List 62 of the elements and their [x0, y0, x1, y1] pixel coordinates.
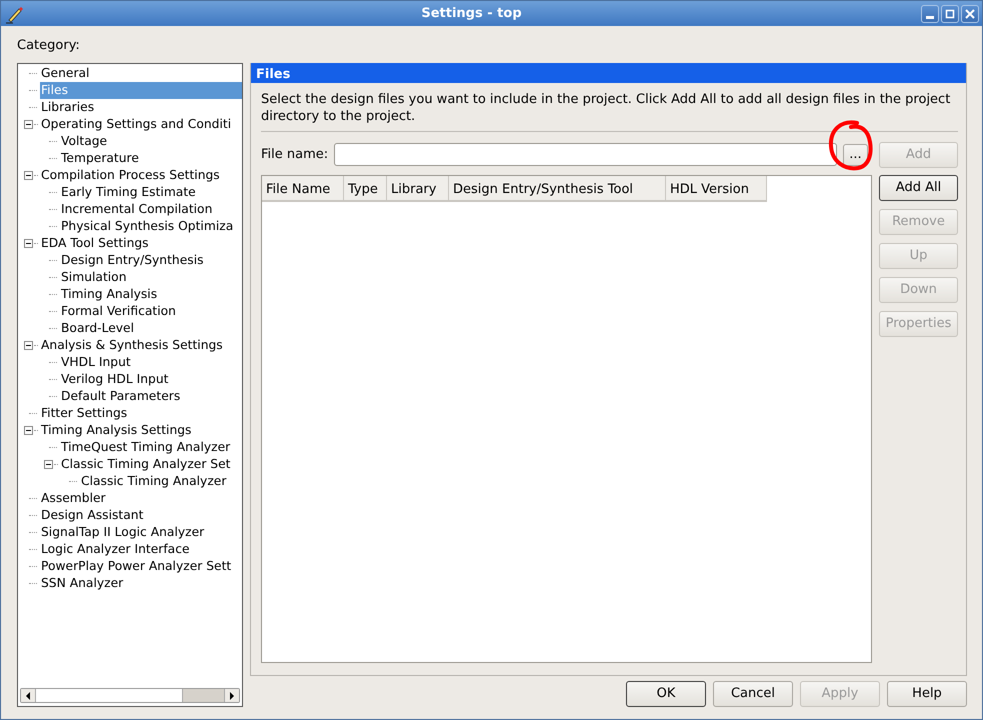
close-button[interactable] — [961, 4, 979, 22]
tree-item[interactable]: Analysis & Synthesis Settings — [40, 336, 224, 354]
tree-item[interactable]: Temperature — [60, 150, 140, 166]
collapse-icon[interactable] — [24, 170, 33, 180]
collapse-icon[interactable] — [24, 238, 33, 248]
tree-item[interactable]: Voltage — [60, 132, 108, 150]
scroll-thumb[interactable] — [182, 689, 224, 702]
tree-item[interactable]: EDA Tool Settings — [40, 234, 150, 252]
action-button[interactable]: Add All — [879, 174, 958, 200]
tree-item[interactable]: Formal Verification — [60, 302, 177, 320]
window-title: Settings - top — [420, 4, 523, 23]
tree-item[interactable]: Classic Timing Analyzer — [80, 472, 228, 490]
tree-item[interactable]: Fitter Settings — [40, 404, 128, 422]
maximize-icon — [944, 8, 956, 20]
collapse-icon[interactable] — [24, 340, 33, 350]
tree-item[interactable]: Verilog HDL Input — [60, 370, 170, 388]
tree-item[interactable]: Classic Timing Analyzer Set — [60, 456, 232, 472]
description-text: Select the design files you want to include in the project. Click Add All to add all design files in the project directory to the project. — [261, 90, 958, 132]
dialog-button[interactable]: Help — [887, 681, 967, 707]
tree-item[interactable]: General — [40, 64, 90, 82]
tree-item[interactable]: Default Parameters — [60, 388, 182, 404]
close-icon — [964, 8, 976, 20]
tree-item[interactable]: Compilation Process Settings — [40, 166, 221, 184]
column-header[interactable]: HDL Version — [666, 176, 767, 202]
minimize-icon — [926, 16, 934, 18]
left-arrow-icon[interactable] — [25, 692, 31, 700]
dialog-button[interactable]: OK — [626, 681, 706, 707]
column-header[interactable]: File Name — [262, 176, 344, 202]
file-name-label: File name: — [261, 146, 328, 164]
horizontal-scrollbar[interactable] — [20, 688, 240, 703]
minimize-button[interactable] — [921, 4, 939, 22]
tree-item[interactable]: Operating Settings and Conditi — [40, 116, 232, 132]
tree-item[interactable]: SSN Analyzer — [40, 574, 124, 592]
tree-item[interactable]: Libraries — [40, 98, 96, 116]
collapse-icon[interactable] — [24, 426, 33, 434]
tree-item[interactable]: SignalTap II Logic Analyzer — [40, 524, 206, 540]
tree-item[interactable]: Simulation — [60, 268, 128, 286]
right-arrow-icon[interactable] — [229, 692, 235, 700]
category-label: Category: — [17, 37, 81, 55]
file-name-field[interactable] — [334, 143, 837, 166]
panel-header: Files — [251, 62, 966, 82]
tree-item[interactable]: Incremental Compilation — [60, 200, 214, 218]
collapse-icon[interactable] — [44, 460, 53, 468]
tree-item[interactable]: Early Timing Estimate — [60, 184, 197, 200]
dialog-button[interactable]: Cancel — [713, 681, 793, 707]
tree-item[interactable]: Timing Analysis — [60, 286, 158, 302]
tree-item[interactable]: PowerPlay Power Analyzer Sett — [40, 558, 232, 574]
tree-item[interactable]: Design Entry/Synthesis — [60, 252, 205, 268]
collapse-icon[interactable] — [24, 120, 33, 128]
column-header[interactable]: Library — [387, 176, 449, 202]
tree-item[interactable]: Assembler — [40, 490, 107, 506]
tree-item[interactable]: Logic Analyzer Interface — [40, 540, 191, 558]
maximize-button[interactable] — [941, 4, 959, 22]
tree-item[interactable]: Timing Analysis Settings — [40, 422, 192, 438]
tree-item[interactable]: Design Assistant — [40, 506, 144, 524]
tree-item[interactable]: VHDL Input — [60, 354, 132, 370]
tree-item[interactable]: Physical Synthesis Optimiza — [60, 218, 234, 234]
tree-item[interactable]: Board-Level — [60, 320, 136, 336]
column-header[interactable]: Type — [344, 176, 387, 202]
tree-item[interactable]: TimeQuest Timing Analyzer — [60, 438, 232, 456]
column-header[interactable]: Design Entry/Synthesis Tool — [449, 176, 666, 202]
browse-button[interactable]: ... — [843, 144, 868, 166]
